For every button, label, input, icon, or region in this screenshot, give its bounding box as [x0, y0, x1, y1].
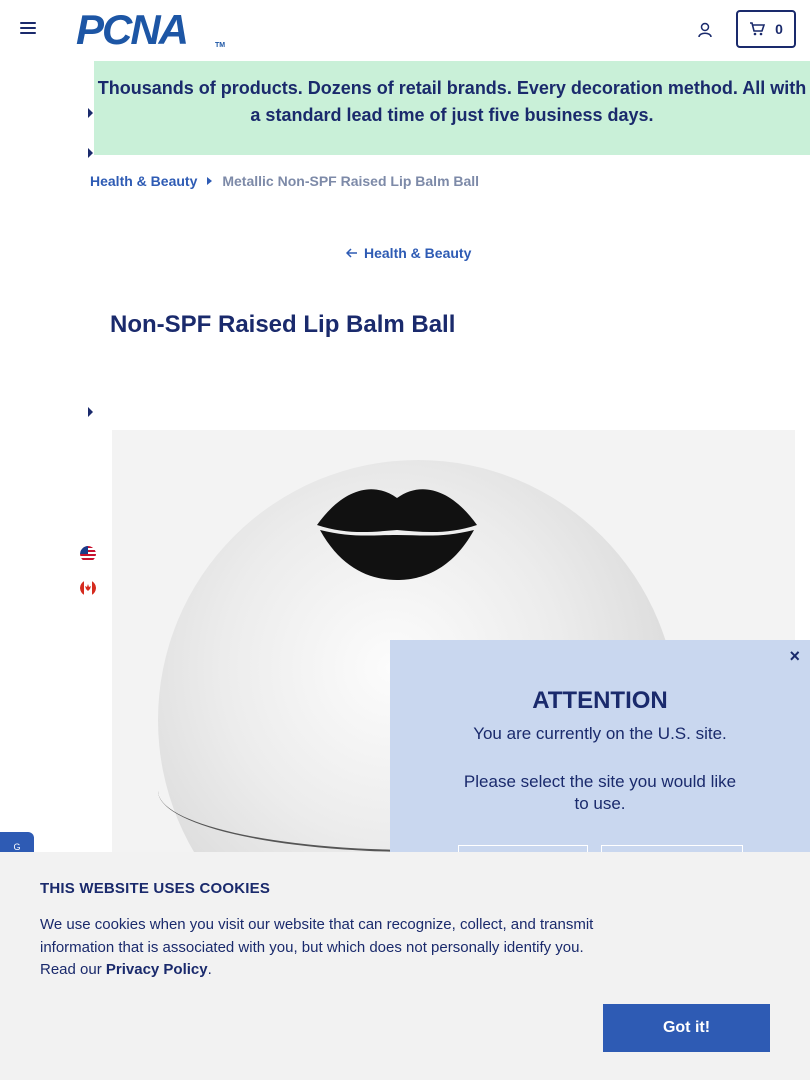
- cookie-title: THIS WEBSITE USES COOKIES: [40, 880, 271, 897]
- breadcrumb-separator-icon: [207, 177, 213, 185]
- canada-flag-icon[interactable]: [80, 580, 96, 596]
- account-icon[interactable]: [697, 22, 713, 38]
- site-header: PCNA TM 0: [0, 0, 810, 60]
- side-nav-arrow-icon[interactable]: [88, 407, 93, 417]
- back-link-label: Health & Beauty: [364, 245, 472, 261]
- product-title: Non-SPF Raised Lip Balm Ball: [110, 311, 456, 338]
- side-nav-arrow-icon[interactable]: [88, 108, 93, 118]
- logo-trademark: TM: [215, 42, 226, 49]
- side-nav-arrow-icon[interactable]: [88, 148, 93, 158]
- cart-button[interactable]: 0: [736, 10, 796, 48]
- accept-cookies-button[interactable]: Got it!: [603, 1004, 770, 1052]
- cart-count: 0: [775, 21, 783, 37]
- breadcrumb: Health & Beauty Metallic Non-SPF Raised …: [90, 173, 480, 189]
- breadcrumb-current: Metallic Non-SPF Raised Lip Balm Ball: [222, 173, 480, 189]
- modal-title: ATTENTION: [532, 687, 668, 714]
- breadcrumb-link[interactable]: Health & Beauty: [90, 173, 197, 189]
- cookie-banner: THIS WEBSITE USES COOKIES We use cookies…: [0, 852, 810, 1080]
- hamburger-menu-icon[interactable]: [20, 22, 36, 36]
- close-icon[interactable]: ×: [789, 646, 800, 667]
- cart-icon: [750, 22, 766, 36]
- lips-logo-icon: [317, 489, 477, 580]
- cookie-period: .: [207, 961, 212, 978]
- us-flag-icon[interactable]: [80, 546, 96, 562]
- modal-select-text: Please select the site you would like to…: [463, 772, 737, 813]
- cookie-text: We use cookies when you visit our websit…: [40, 914, 610, 982]
- promo-banner: Thousands of products. Dozens of retail …: [94, 61, 810, 155]
- site-logo[interactable]: PCNA: [76, 9, 189, 51]
- promo-banner-text: Thousands of products. Dozens of retail …: [97, 78, 807, 125]
- privacy-policy-link[interactable]: Privacy Policy: [106, 961, 208, 978]
- modal-current-site-text: You are currently on the U.S. site.: [473, 724, 727, 743]
- back-link[interactable]: Health & Beauty: [346, 245, 471, 261]
- arrow-left-icon: [346, 248, 357, 258]
